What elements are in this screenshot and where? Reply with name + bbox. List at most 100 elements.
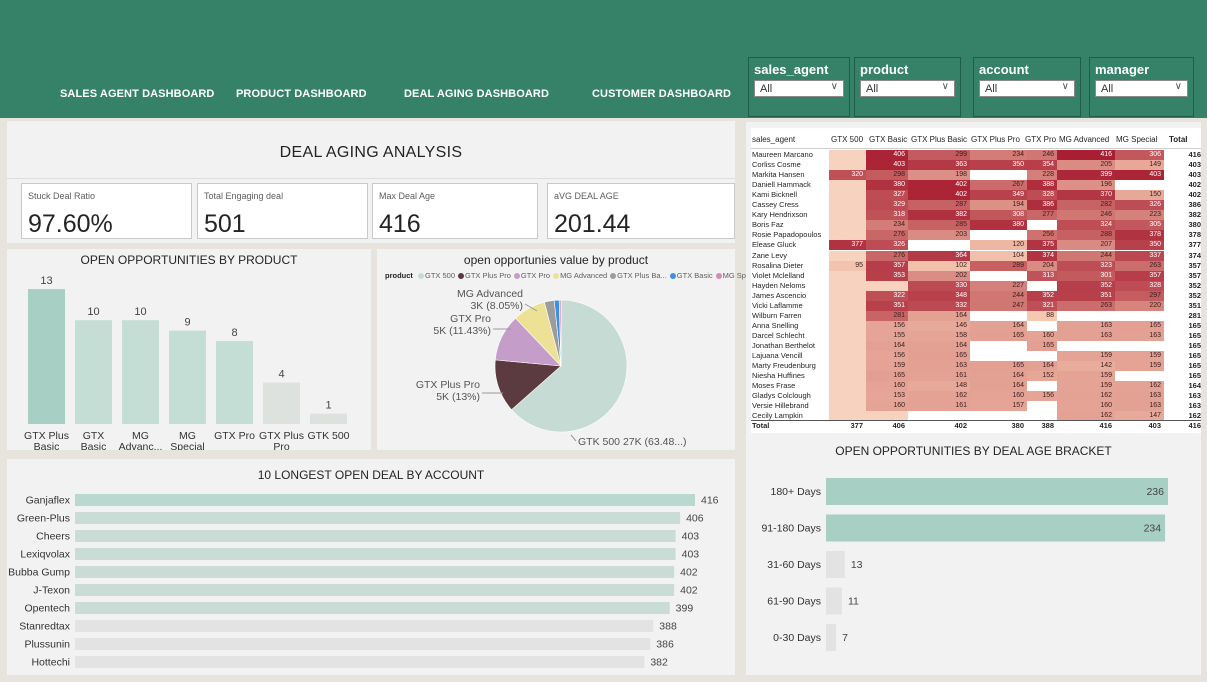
category-label: Stanredtax	[19, 621, 71, 633]
matrix-cell: 223	[1115, 210, 1164, 221]
slicer-manager: manager All ∨	[1089, 57, 1194, 117]
row-label[interactable]: Gladys Colclough	[752, 391, 811, 400]
row-label[interactable]: James Ascencio	[752, 291, 806, 300]
row-label[interactable]: Zane Levy	[752, 251, 787, 260]
row-label[interactable]: Hayden Neloms	[752, 281, 805, 290]
bar[interactable]	[826, 624, 837, 651]
bar[interactable]	[216, 340, 253, 424]
matrix-cell: 353	[866, 270, 908, 281]
row-label[interactable]: Cecily Lampkin	[752, 411, 803, 420]
row-label[interactable]: Elease Gluck	[752, 240, 796, 249]
category-label: Ganjaflex	[26, 495, 71, 507]
column-header[interactable]: GTX Basic	[869, 135, 907, 144]
row-label[interactable]: Wilburn Farren	[752, 311, 802, 320]
bar[interactable]	[75, 620, 654, 632]
matrix-cell	[970, 230, 1027, 240]
nav-sales-agent-dashboard[interactable]: SALES AGENT DASHBOARD	[60, 88, 214, 100]
matrix-cell: 158	[908, 330, 970, 341]
total-row-label[interactable]: Total	[752, 421, 769, 430]
row-total: 357	[1188, 260, 1201, 270]
nav-deal-aging-dashboard[interactable]: DEAL AGING DASHBOARD	[404, 88, 549, 100]
bar[interactable]	[263, 382, 300, 424]
row-label[interactable]: Marty Freudenburg	[752, 361, 816, 370]
bar[interactable]	[826, 514, 1166, 542]
matrix-cell	[908, 240, 970, 250]
slicer-value: All	[866, 83, 879, 95]
column-header[interactable]: MG Special	[1116, 135, 1157, 144]
bar[interactable]	[75, 566, 675, 578]
row-total: 351	[1188, 300, 1201, 310]
row-total: 352	[1188, 280, 1201, 290]
matrix-cell: 350	[970, 160, 1027, 171]
row-label[interactable]: Versie Hillebrand	[752, 401, 809, 410]
nav-product-dashboard[interactable]: PRODUCT DASHBOARD	[236, 88, 367, 100]
matrix-cell: 246	[1027, 150, 1057, 160]
bar[interactable]	[75, 320, 112, 424]
matrix-cell: 163	[1115, 401, 1164, 412]
row-label[interactable]: Kary Hendrixson	[752, 210, 807, 219]
matrix-cell: 163	[1057, 330, 1115, 341]
matrix-cell: 163	[1115, 330, 1164, 341]
chevron-down-icon: ∨	[830, 81, 838, 92]
row-label[interactable]: Vicki Laflamme	[752, 301, 803, 310]
matrix-cell: 165	[1115, 320, 1164, 331]
bar[interactable]	[169, 330, 206, 424]
column-header[interactable]: GTX Pro	[1025, 135, 1056, 144]
bar[interactable]	[826, 551, 845, 578]
column-header[interactable]: GTX Plus Basic	[911, 135, 967, 144]
matrix-cell	[1057, 341, 1115, 351]
bar[interactable]	[75, 602, 670, 614]
column-header[interactable]: sales_agent	[752, 135, 795, 144]
kpi-value: 416	[379, 210, 421, 238]
column-header[interactable]: GTX Plus Pro	[971, 135, 1020, 144]
slicer-dropdown[interactable]: All ∨	[1095, 80, 1188, 97]
row-label[interactable]: Anna Snelling	[752, 321, 798, 330]
bar[interactable]	[75, 656, 645, 668]
row-label[interactable]: Cassey Cress	[752, 200, 799, 209]
matrix-cell: 159	[1115, 351, 1164, 361]
bar[interactable]	[75, 512, 681, 524]
bar[interactable]	[75, 638, 651, 650]
row-label[interactable]: Niesha Huffines	[752, 371, 805, 380]
row-label[interactable]: Daniell Hammack	[752, 180, 811, 189]
row-label[interactable]: Boris Faz	[752, 220, 784, 229]
slicer-dropdown[interactable]: All ∨	[860, 80, 955, 97]
matrix-cell	[970, 341, 1027, 351]
row-label[interactable]: Jonathan Berthelot	[752, 341, 815, 350]
matrix-cell	[970, 351, 1027, 361]
row-label[interactable]: Rosalina Dieter	[752, 261, 803, 270]
row-label[interactable]: Corliss Cosme	[752, 160, 801, 169]
column-header[interactable]: GTX 500	[831, 135, 863, 144]
column-header[interactable]: Total	[1169, 135, 1188, 144]
row-label[interactable]: Violet Mclelland	[752, 271, 804, 280]
kpi-value: 97.60%	[28, 210, 113, 238]
bar[interactable]	[75, 494, 695, 506]
row-label[interactable]: Maureen Marcano	[752, 150, 813, 159]
row-label[interactable]: Rosie Papadopoulos	[752, 230, 821, 239]
row-label[interactable]: Moses Frase	[752, 381, 795, 390]
matrix-cell: 161	[908, 371, 970, 382]
bar[interactable]	[75, 584, 675, 596]
data-label: 386	[656, 639, 674, 651]
row-label[interactable]: Darcel Schlecht	[752, 331, 805, 340]
matrix-cell: 321	[1027, 300, 1057, 311]
bar[interactable]	[122, 320, 159, 424]
row-label[interactable]: Kami Bicknell	[752, 190, 797, 199]
matrix-cell: 276	[866, 250, 908, 261]
column-header[interactable]: MG Advanced	[1059, 135, 1109, 144]
row-label[interactable]: Markita Hansen	[752, 170, 805, 179]
bar[interactable]	[75, 530, 676, 542]
matrix-cell: 380	[866, 180, 908, 191]
row-label[interactable]: Lajuana Vencill	[752, 351, 802, 360]
row-total: 164	[1188, 381, 1201, 391]
slicer-dropdown[interactable]: All ∨	[979, 80, 1075, 97]
bar[interactable]	[28, 289, 65, 424]
bar[interactable]	[75, 548, 676, 560]
slicer-dropdown[interactable]: All ∨	[754, 80, 844, 97]
kpi-card: Stuck Deal Ratio 97.60%	[21, 183, 192, 239]
bar[interactable]	[826, 587, 842, 615]
matrix-cell: 163	[1057, 320, 1115, 331]
bar[interactable]	[310, 413, 347, 424]
nav-customer-dashboard[interactable]: CUSTOMER DASHBOARD	[592, 88, 731, 100]
bar[interactable]	[826, 478, 1168, 505]
